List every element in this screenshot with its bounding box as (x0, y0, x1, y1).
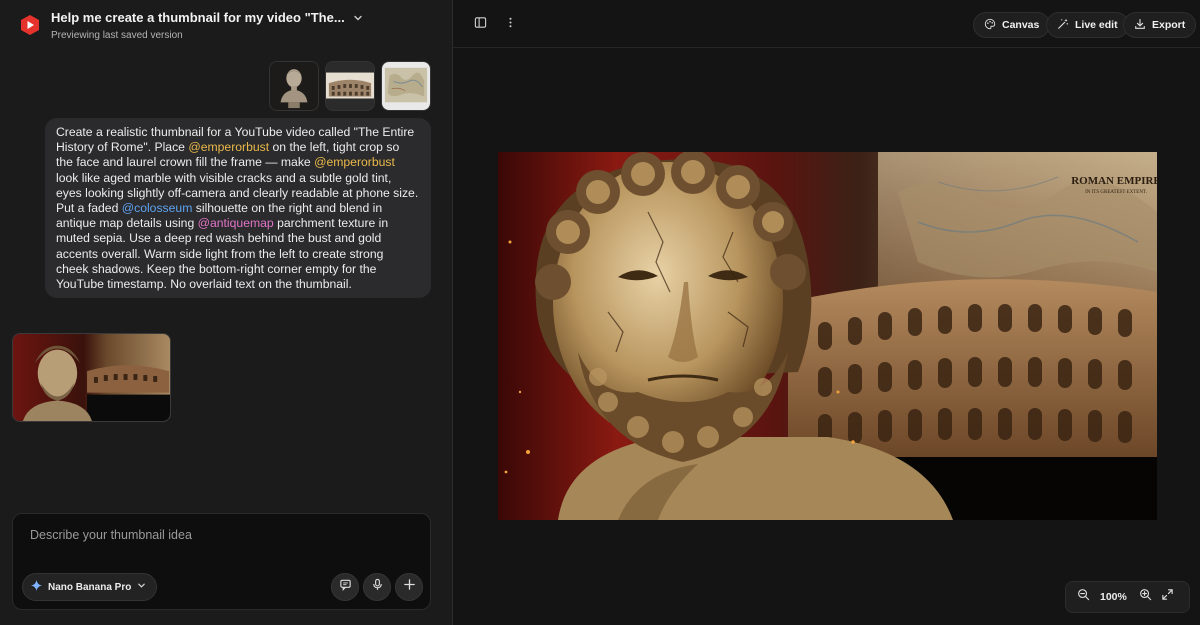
reference-image-emperorbust[interactable] (269, 61, 319, 111)
map-subtitle: IN ITS GREATEST EXTENT. (1085, 190, 1147, 195)
export-label: Export (1152, 19, 1186, 31)
more-options-button[interactable] (500, 15, 520, 35)
preview-panel: Canvas Live edit Export ROMAN EMPIRE IN … (453, 0, 1200, 625)
chevron-down-icon (137, 581, 146, 593)
sidebar-icon (474, 16, 487, 34)
mention-colosseum[interactable]: @colosseum (122, 201, 193, 215)
version-status: Previewing last saved version (51, 30, 183, 41)
toggle-sidebar-button[interactable] (470, 15, 490, 35)
generated-thumbnail-preview[interactable] (12, 333, 171, 422)
project-title-dropdown[interactable]: Help me create a thumbnail for my video … (51, 10, 363, 25)
download-icon (1134, 18, 1146, 33)
export-button[interactable]: Export (1123, 12, 1197, 38)
plus-icon (403, 578, 416, 596)
preview-toolbar: Canvas Live edit Export (453, 0, 1200, 48)
project-title: Help me create a thumbnail for my video … (51, 10, 345, 25)
reference-image-antiquemap[interactable] (381, 61, 431, 111)
canvas-label: Canvas (1002, 19, 1040, 31)
reference-image-colosseum[interactable] (325, 61, 375, 111)
more-vertical-icon (504, 16, 517, 34)
app-logo-icon[interactable] (19, 14, 41, 36)
zoom-in-icon (1139, 588, 1152, 606)
thumbnail-idea-input[interactable] (30, 528, 410, 542)
zoom-in-button[interactable] (1135, 586, 1157, 608)
zoom-level[interactable]: 100% (1100, 591, 1127, 603)
palette-icon (984, 18, 996, 33)
chat-mode-button[interactable] (331, 573, 359, 601)
zoom-controls: 100% (1065, 581, 1190, 613)
magic-wand-icon (1057, 18, 1069, 33)
expand-icon (1161, 588, 1174, 606)
user-prompt-message: Create a realistic thumbnail for a YouTu… (45, 118, 431, 298)
mention-emperorbust[interactable]: @emperorbust (188, 140, 269, 154)
chat-panel: Help me create a thumbnail for my video … (0, 0, 452, 625)
map-title: ROMAN EMPIRE (1071, 175, 1157, 187)
microphone-icon (371, 578, 384, 596)
zoom-out-button[interactable] (1072, 586, 1094, 608)
prompt-composer: Nano Banana Pro (12, 513, 431, 610)
mention-antiquemap[interactable]: @antiquemap (198, 216, 274, 230)
fullscreen-button[interactable] (1157, 586, 1179, 608)
chat-bubble-icon (339, 578, 352, 596)
live-edit-label: Live edit (1075, 19, 1118, 31)
live-edit-button[interactable]: Live edit (1046, 12, 1129, 38)
sparkle-icon (31, 580, 42, 594)
project-header: Help me create a thumbnail for my video … (51, 10, 363, 41)
generated-thumbnail-canvas[interactable]: ROMAN EMPIRE IN ITS GREATEST EXTENT. (498, 152, 1157, 520)
voice-input-button[interactable] (363, 573, 391, 601)
canvas-button[interactable]: Canvas (973, 12, 1051, 38)
model-name: Nano Banana Pro (48, 581, 132, 593)
zoom-out-icon (1077, 588, 1090, 606)
add-attachment-button[interactable] (395, 573, 423, 601)
chevron-down-icon (353, 13, 363, 23)
reference-images (269, 61, 431, 111)
mention-emperorbust[interactable]: @emperorbust (314, 155, 395, 169)
model-selector[interactable]: Nano Banana Pro (22, 573, 158, 601)
